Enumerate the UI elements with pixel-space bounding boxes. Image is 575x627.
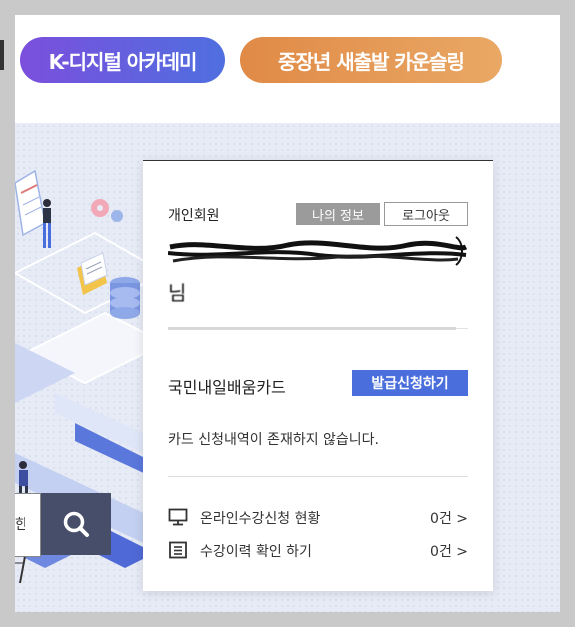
online-enrollment-count[interactable]: 0건 > [430,508,468,528]
search-input-text: 한 [15,517,25,533]
search-input[interactable]: 한 [15,493,41,557]
left-edge-mark [0,40,4,70]
k-digital-academy-button[interactable]: K-디지털 아카데미 [20,37,225,83]
username-suffix: 님 [168,281,187,305]
person-figure [43,199,51,248]
document-icon [77,252,108,295]
course-history-label: 수강이력 확인 하기 [200,544,312,560]
card-status-text: 카드 신청내역이 존재하지 않습니다. [168,432,379,448]
list-icon [169,541,187,559]
online-enrollment-status-label: 온라인수강신청 현황 [200,511,321,527]
online-enrollment-status-row[interactable]: 온라인수강신청 현황 0건 > [168,506,468,528]
course-history-row[interactable]: 수강이력 확인 하기 0건 > [168,539,468,561]
logout-button[interactable]: 로그아웃 [384,202,468,226]
middle-aged-counseling-button[interactable]: 중장년 새출발 카운슬링 [240,37,502,83]
summary-divider [168,476,468,477]
search-icon [63,511,89,537]
my-info-button[interactable]: 나의 정보 [296,203,380,225]
issue-card-button[interactable]: 발급신청하기 [352,370,468,396]
top-bar: K-디지털 아카데미 중장년 새출발 카운슬링 [15,15,560,123]
gear-icon [91,199,123,222]
search-button[interactable] [41,493,111,555]
calendar-icon [15,169,46,237]
member-type-label: 개인회원 [168,208,220,224]
section-divider-tail [456,328,468,329]
redacted-username [168,236,468,266]
course-history-count[interactable]: 0건 > [430,541,468,561]
card-name-label: 국민내일배움카드 [168,378,286,397]
monitor-icon [168,508,188,526]
section-divider [168,327,456,330]
member-card: 개인회원 나의 정보 로그아웃 님 국민내일배움카드 발급신청하기 카드 신청내… [143,160,493,591]
database-icon [110,277,140,319]
